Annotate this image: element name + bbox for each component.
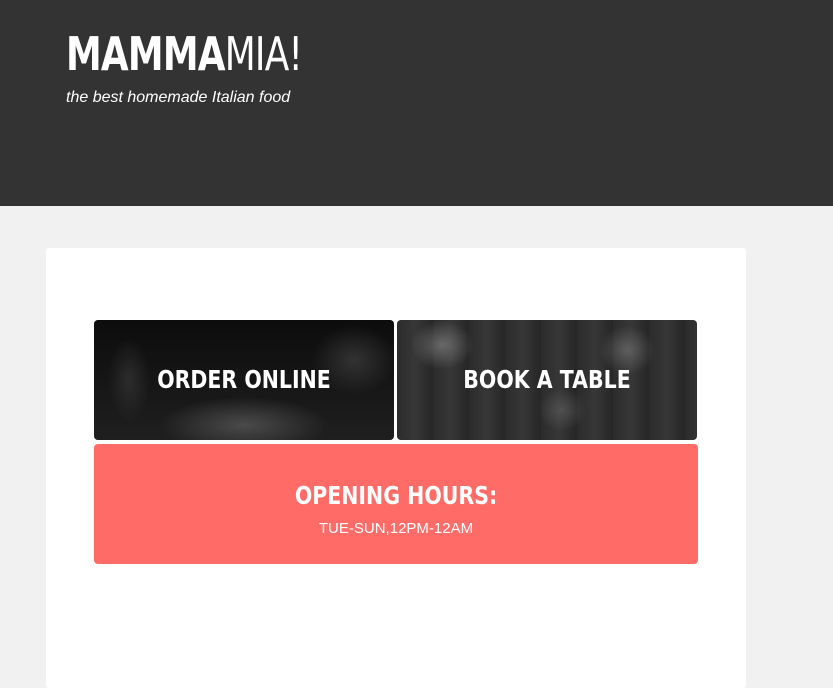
site-logo[interactable]: MAMMAMIA!: [66, 27, 303, 81]
book-table-button[interactable]: BOOK A TABLE: [397, 320, 697, 440]
order-online-label: ORDER ONLINE: [157, 365, 331, 394]
opening-hours-title: OPENING HOURS:: [294, 481, 498, 510]
site-tagline: the best homemade Italian food: [66, 89, 291, 106]
book-table-label: BOOK A TABLE: [463, 365, 631, 394]
opening-hours-text: TUE-SUN,12PM-12AM: [318, 520, 474, 537]
site-header: MAMMAMIA! the best homemade Italian food: [0, 0, 833, 206]
logo-light-text: MIA!: [224, 27, 303, 81]
logo-bold-text: MAMMA: [66, 27, 226, 81]
order-online-button[interactable]: ORDER ONLINE: [94, 320, 394, 440]
opening-hours-panel: OPENING HOURS: TUE-SUN,12PM-12AM: [94, 444, 698, 564]
